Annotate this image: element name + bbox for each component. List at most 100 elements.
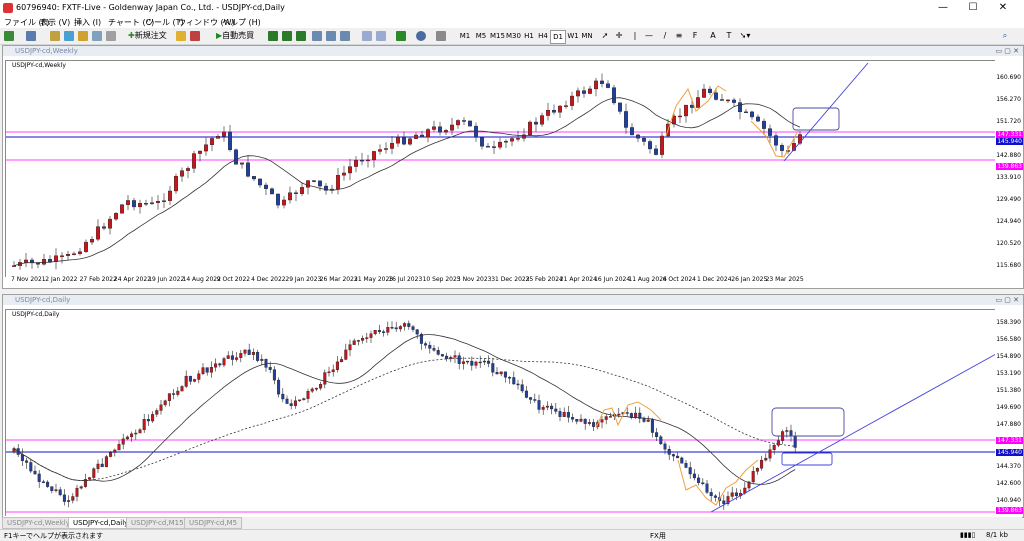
tab-usdjpy-m5[interactable]: USDJPY-cd,M5	[184, 517, 243, 529]
candle-body	[138, 203, 142, 208]
auto-trade-button[interactable]: ▶自動売買	[216, 30, 262, 42]
terminal-icon[interactable]	[92, 31, 102, 41]
weekly-chart-window[interactable]: USDJPY-cd,Weekly ▭ ▢ ✕ USDJPY-cd,Weekly …	[2, 45, 1024, 289]
candle-body	[156, 201, 160, 203]
daily-plot-area[interactable]: USDJPY-cd,Daily	[5, 309, 996, 516]
bar-chart-icon[interactable]	[268, 31, 278, 41]
candle-body	[192, 153, 196, 169]
new-order-button[interactable]: ✚新規注文	[128, 30, 172, 42]
new-chart-icon[interactable]	[4, 31, 14, 41]
timeframe-h4[interactable]: H4	[536, 30, 550, 42]
time-tick: 2 Jan 2022	[45, 276, 78, 283]
timeframe-m5[interactable]: M5	[474, 30, 488, 42]
trendline-icon[interactable]: /	[660, 30, 670, 42]
candle-body	[744, 111, 748, 114]
zoom-in-icon[interactable]	[312, 31, 322, 41]
candle-body	[617, 413, 621, 416]
candle-body	[394, 327, 398, 330]
arrows-icon[interactable]: ➘▾	[738, 30, 752, 42]
line-chart-icon[interactable]	[296, 31, 306, 41]
weekly-plot-area[interactable]: USDJPY-cd,Weekly	[5, 60, 996, 277]
autoscroll-icon[interactable]	[376, 31, 386, 41]
fibonacci-icon[interactable]: F	[690, 30, 700, 42]
cursor-icon[interactable]: ➚	[600, 30, 610, 42]
minimize-button[interactable]: —	[932, 1, 954, 15]
candle-body	[108, 218, 112, 229]
candle-body	[230, 355, 234, 360]
candle-body	[587, 422, 591, 424]
menu-help[interactable]: ヘルプ (H)	[222, 17, 261, 28]
candle-body	[537, 400, 541, 410]
text-tool-icon[interactable]: A	[708, 30, 718, 42]
weekly-price-chart	[6, 62, 996, 270]
daily-window-controls[interactable]: ▭ ▢ ✕	[995, 296, 1019, 304]
timeframe-m30[interactable]: M30	[506, 30, 521, 42]
timeframe-h1[interactable]: H1	[522, 30, 536, 42]
vertical-line-icon[interactable]: |	[632, 30, 638, 42]
candle-body	[352, 340, 356, 345]
candle-body	[768, 449, 772, 459]
zoom-out-icon[interactable]	[326, 31, 336, 41]
maximize-button[interactable]: ☐	[962, 1, 984, 15]
price-tick: 156.270	[996, 96, 1021, 103]
channel-icon[interactable]: ≡	[674, 30, 684, 42]
time-tick: 11 Aug 2024	[628, 276, 667, 283]
indicators-icon[interactable]	[396, 31, 406, 41]
market-watch-icon[interactable]	[50, 31, 60, 41]
periods-icon[interactable]	[416, 31, 426, 41]
candle-body	[268, 367, 272, 370]
timeframe-w1[interactable]: W1	[566, 30, 580, 42]
horizontal-line-icon[interactable]: —	[644, 30, 654, 42]
candle-body	[396, 136, 400, 144]
time-tick: 9 Oct 2022	[216, 276, 251, 283]
close-button[interactable]: ✕	[992, 1, 1014, 15]
label-tool-icon[interactable]: T	[724, 30, 734, 42]
candle-body	[499, 371, 503, 375]
candle-body	[270, 188, 274, 195]
tab-usdjpy-daily[interactable]: USDJPY-cd,Daily	[68, 517, 134, 529]
candle-body	[660, 135, 664, 155]
candle-body	[478, 361, 482, 364]
candle-body	[335, 361, 339, 370]
timeframe-m15[interactable]: M15	[490, 30, 505, 42]
candle-body	[67, 500, 71, 502]
candle-body	[331, 369, 335, 373]
menu-view[interactable]: 表示 (V)	[40, 17, 70, 28]
profiles-icon[interactable]	[26, 31, 36, 41]
data-window-icon[interactable]	[64, 31, 74, 41]
menu-insert[interactable]: 挿入 (I)	[74, 17, 101, 28]
daily-chart-window[interactable]: USDJPY-cd,Daily ▭ ▢ ✕ USDJPY-cd,Daily 15…	[2, 294, 1024, 518]
tab-usdjpy-weekly[interactable]: USDJPY-cd,Weekly	[2, 517, 75, 529]
signals-icon[interactable]	[190, 31, 200, 41]
meta-editor-icon[interactable]	[176, 31, 186, 41]
crosshair-icon[interactable]: ✛	[614, 30, 624, 42]
navigator-icon[interactable]	[78, 31, 88, 41]
price-tick: 154.890	[996, 353, 1021, 360]
candle-body	[492, 146, 496, 148]
time-tick: 4 Dec 2022	[251, 276, 286, 283]
tile-windows-icon[interactable]	[340, 31, 350, 41]
candle-body	[243, 349, 247, 354]
templates-icon[interactable]	[436, 31, 446, 41]
candle-body	[373, 330, 377, 335]
timeframe-m1[interactable]: M1	[458, 30, 472, 42]
candlestick-icon[interactable]	[282, 31, 292, 41]
candle-body	[528, 121, 532, 136]
tab-usdjpy-m15[interactable]: USDJPY-cd,M15	[126, 517, 189, 529]
candle-body	[680, 457, 684, 464]
candle-body	[372, 151, 376, 161]
time-tick: 16 Jul 2023	[388, 276, 423, 283]
daily-price-axis[interactable]: 158.390 156.580 154.890 153.190 151.380 …	[995, 309, 1023, 515]
tester-icon[interactable]	[106, 31, 116, 41]
timeframe-mn[interactable]: MN	[580, 30, 594, 42]
candle-body	[684, 104, 688, 117]
candle-body	[594, 80, 598, 90]
price-tick: 142.600	[996, 480, 1021, 487]
weekly-price-axis[interactable]: 160.690 156.270 151.720 147.331 145.940 …	[995, 60, 1023, 276]
weekly-window-controls[interactable]: ▭ ▢ ✕	[995, 47, 1019, 55]
search-icon[interactable]: ⌕	[1000, 30, 1010, 42]
candle-body	[558, 411, 562, 417]
chart-shift-icon[interactable]	[362, 31, 372, 41]
timeframe-d1[interactable]: D1	[550, 30, 566, 44]
candle-body	[545, 405, 549, 408]
